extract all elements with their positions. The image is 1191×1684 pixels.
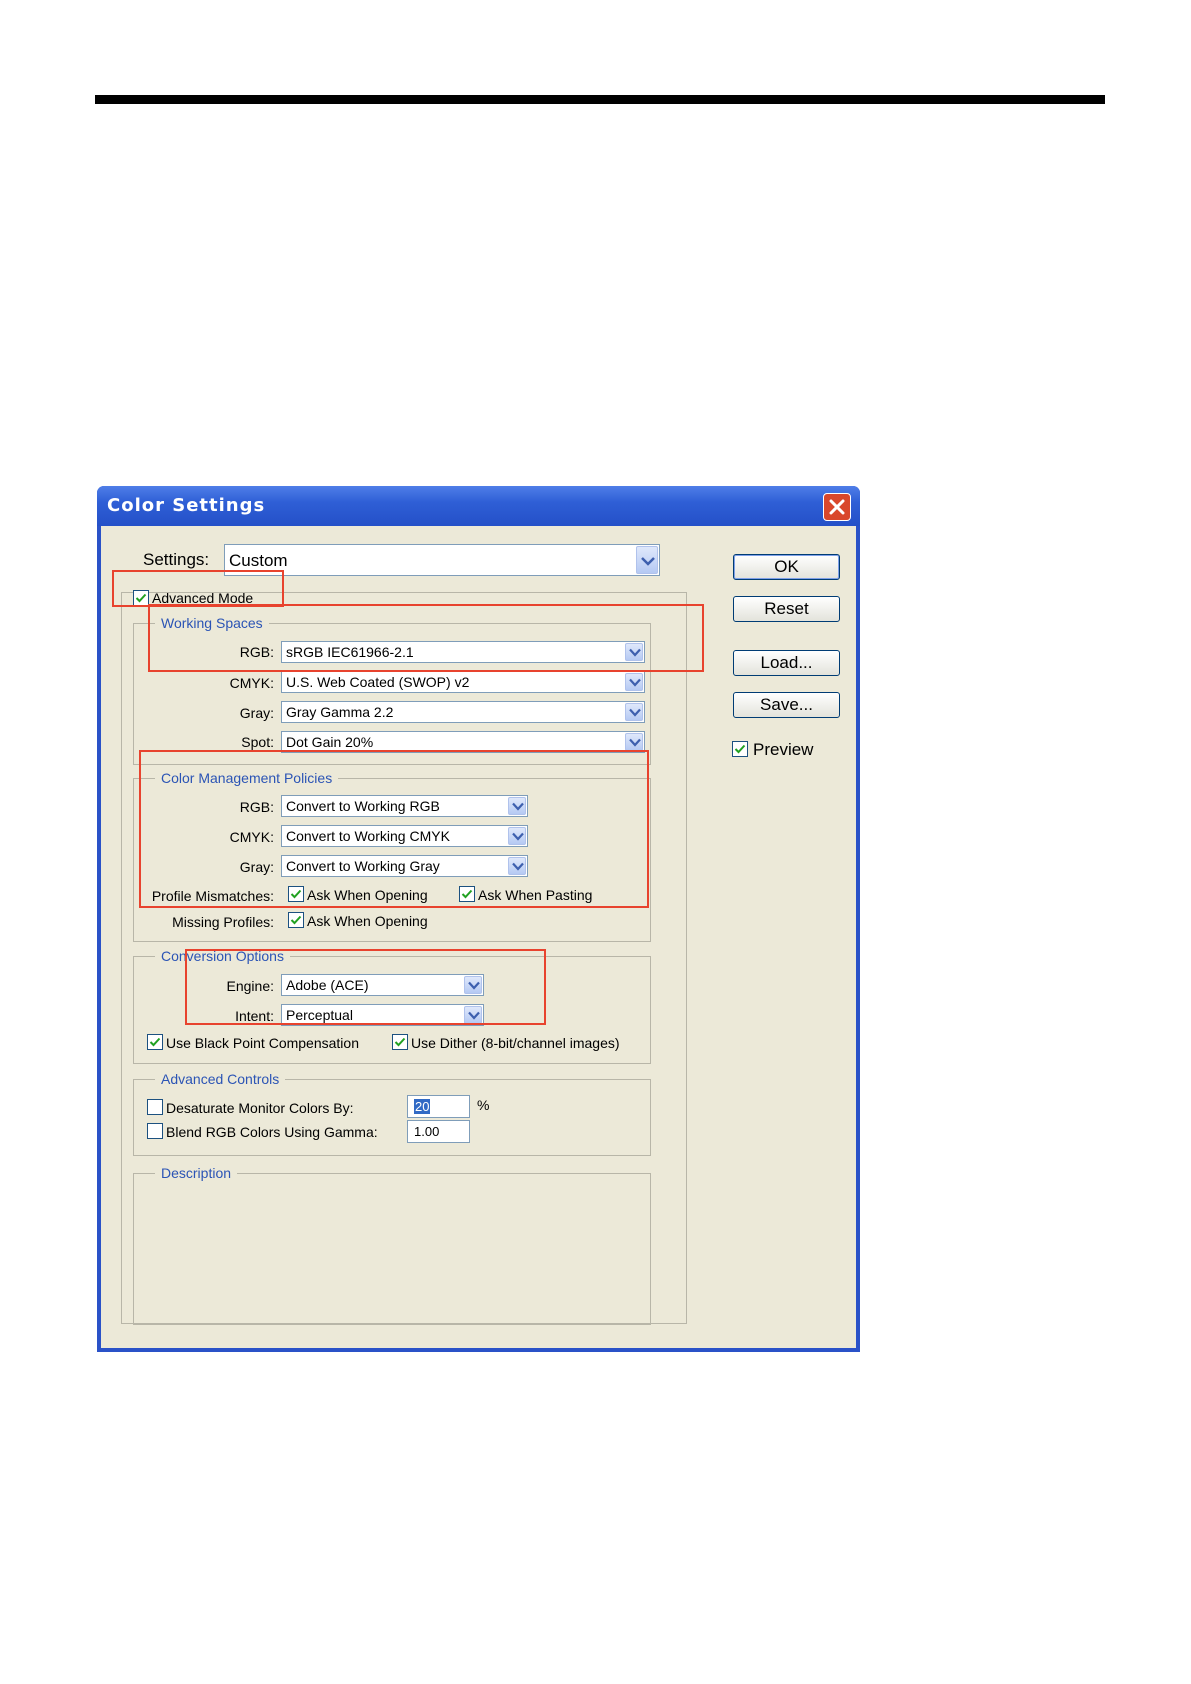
missing-profiles-label: Missing Profiles:: [172, 914, 274, 930]
highlight-rgb-working-space: [148, 604, 704, 672]
ws-cmyk-label: CMYK:: [229, 675, 274, 691]
load-button[interactable]: Load...: [733, 650, 840, 676]
preview-label: Preview: [753, 740, 814, 759]
ws-gray-label: Gray:: [239, 705, 274, 721]
missing-ask-opening-label: Ask When Opening: [307, 913, 428, 929]
ws-cmyk-dropdown[interactable]: U.S. Web Coated (SWOP) v2: [281, 671, 645, 693]
desaturate-unit: %: [477, 1097, 490, 1113]
black-point-checkbox[interactable]: [147, 1034, 163, 1050]
missing-ask-opening-checkbox[interactable]: [288, 912, 304, 928]
chevron-down-icon: [625, 703, 643, 721]
settings-dropdown[interactable]: Custom: [224, 544, 660, 576]
advanced-controls-group: [133, 1079, 651, 1156]
ws-spot-label: Spot:: [241, 734, 274, 750]
checkmark-icon: [290, 915, 302, 925]
dialog-title: Color Settings: [107, 495, 266, 516]
blend-checkbox[interactable]: [147, 1123, 163, 1139]
ws-gray-dropdown[interactable]: Gray Gamma 2.2: [281, 701, 645, 723]
advanced-controls-legend: Advanced Controls: [155, 1071, 286, 1087]
description-group: [133, 1173, 651, 1325]
highlight-color-management-policies: [139, 750, 649, 908]
desaturate-input[interactable]: 20: [407, 1095, 470, 1118]
desaturate-label: Desaturate Monitor Colors By:: [166, 1100, 354, 1116]
preview-checkbox[interactable]: [732, 741, 748, 757]
dither-checkbox[interactable]: [392, 1034, 408, 1050]
highlight-advanced-mode: [112, 570, 284, 607]
close-icon: [829, 499, 845, 515]
chevron-down-icon: [625, 733, 643, 751]
desaturate-checkbox[interactable]: [147, 1099, 163, 1115]
dither-label: Use Dither (8-bit/channel images): [411, 1035, 620, 1051]
checkmark-icon: [149, 1037, 161, 1047]
chevron-down-icon: [636, 546, 658, 574]
page-header-rule: [95, 95, 1105, 104]
title-bar[interactable]: Color Settings: [97, 486, 860, 526]
close-button[interactable]: [823, 493, 851, 521]
blend-gamma-input[interactable]: 1.00: [407, 1120, 470, 1143]
description-legend: Description: [155, 1165, 238, 1181]
checkmark-icon: [394, 1037, 406, 1047]
reset-button[interactable]: Reset: [733, 596, 840, 622]
chevron-down-icon: [625, 673, 643, 691]
ok-button[interactable]: OK: [733, 554, 840, 580]
save-button[interactable]: Save...: [733, 692, 840, 718]
blend-label: Blend RGB Colors Using Gamma:: [166, 1124, 378, 1140]
checkmark-icon: [734, 744, 746, 754]
black-point-label: Use Black Point Compensation: [166, 1035, 359, 1051]
highlight-conversion-engine-intent: [185, 949, 546, 1025]
settings-label: Settings:: [141, 550, 212, 570]
